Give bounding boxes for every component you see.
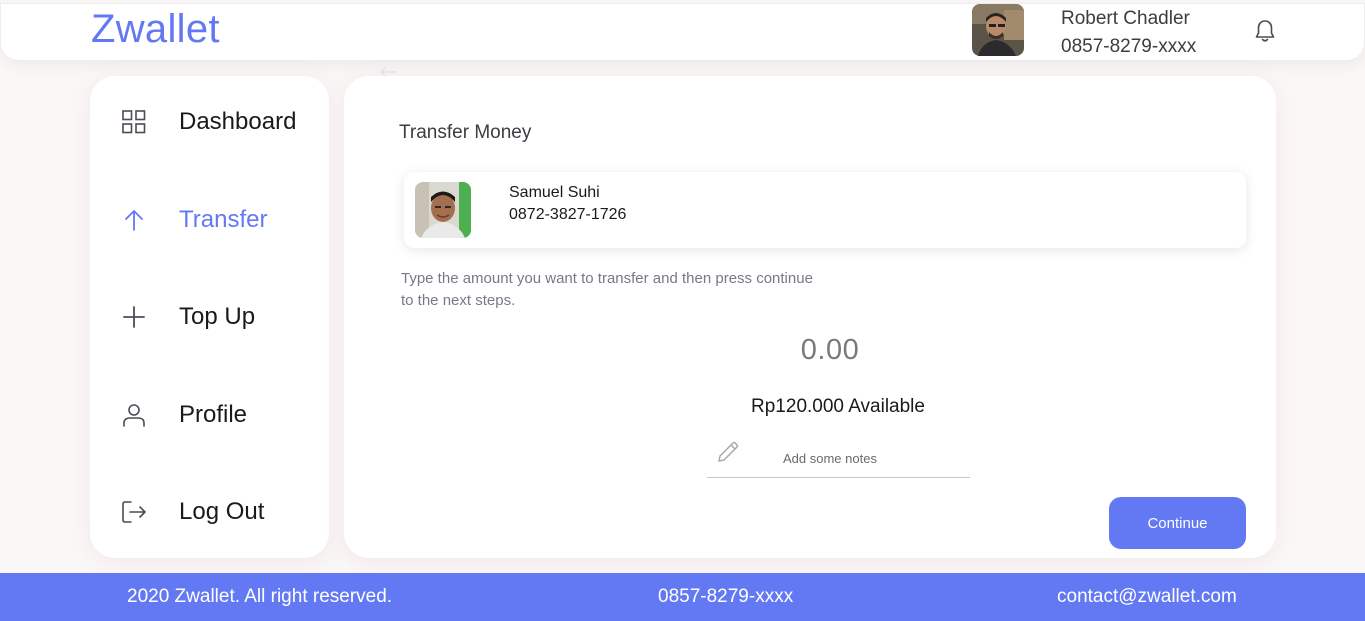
sidebar-item-label: Dashboard <box>179 108 297 135</box>
top-header: Zwallet Robert Chadler 0857-8279-xxxx <box>0 3 1365 61</box>
sidebar-item-dashboard[interactable]: Dashboard <box>90 96 329 146</box>
arrow-up-icon <box>125 210 143 231</box>
receiver-phone: 0872-3827-1726 <box>509 206 627 223</box>
receiver-name: Samuel Suhi <box>509 184 600 201</box>
transfer-instructions: Type the amount you want to transfer and… <box>401 270 813 309</box>
footer-email[interactable]: contact@zwallet.com <box>1057 586 1237 608</box>
sidebar-item-profile[interactable]: Profile <box>90 389 329 439</box>
sidebar-item-label: Log Out <box>179 498 265 525</box>
bell-icon[interactable] <box>1253 18 1277 44</box>
receiver-card[interactable]: Samuel Suhi 0872-3827-1726 <box>404 172 1246 248</box>
notes-field[interactable] <box>707 436 970 478</box>
transfer-panel: Transfer Money Samuel Suhi 0872-3827-172… <box>344 76 1276 558</box>
user-phone: 0857-8279-xxxx <box>1061 36 1197 57</box>
grid-icon <box>122 110 146 134</box>
sidebar-item-label: Top Up <box>179 303 256 330</box>
user-avatar-image <box>972 4 1024 56</box>
pencil-icon <box>718 441 739 462</box>
footer-copyright: 2020 Zwallet. All right reserved. <box>127 586 393 607</box>
user-name: Robert Chadler <box>1061 8 1190 29</box>
sidebar-item-label: Profile <box>179 401 248 428</box>
footer: 2020 Zwallet. All right reserved. 0857-8… <box>0 573 1365 621</box>
brand-logo[interactable]: Zwallet <box>91 7 220 52</box>
user-icon <box>123 404 145 427</box>
sidebar-item-logout[interactable]: Log Out <box>90 486 329 536</box>
sidebar-item-label: Transfer <box>179 206 268 233</box>
continue-button[interactable]: Continue <box>1109 497 1246 549</box>
logout-icon <box>122 501 146 523</box>
footer-phone: 0857-8279-xxxx <box>658 586 794 607</box>
plus-icon <box>123 306 145 328</box>
receiver-avatar <box>415 182 471 238</box>
available-balance: Rp120.000 Available <box>751 396 925 417</box>
user-avatar[interactable] <box>972 4 1024 56</box>
amount-input[interactable]: 0.00 <box>344 334 1316 367</box>
receiver-avatar-image <box>415 182 471 238</box>
page-title: Transfer Money <box>399 122 532 143</box>
sidebar-item-topup[interactable]: Top Up <box>90 291 329 341</box>
sidebar-item-transfer[interactable]: Transfer <box>90 194 329 244</box>
notes-input[interactable] <box>783 448 963 468</box>
sidebar: Dashboard Transfer Top Up Profile Log Ou… <box>90 76 329 558</box>
